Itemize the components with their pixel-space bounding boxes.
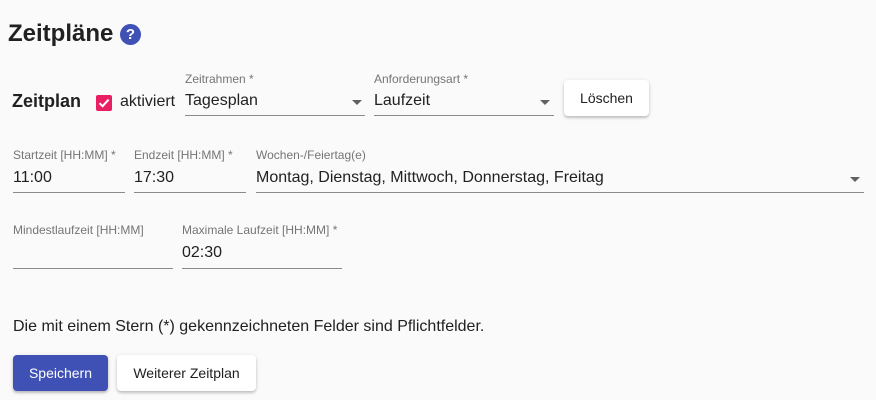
start-time-value: 11:00 [13,169,52,186]
checkmark-icon [98,98,110,108]
request-type-select-value: Laufzeit [374,92,431,109]
start-time-input[interactable]: 11:00 [13,167,125,193]
required-fields-note: Die mit einem Stern (*) gekennzeichneten… [13,318,485,335]
frame-select-value: Tagesplan [185,92,258,109]
max-runtime-underline [182,268,342,269]
max-runtime-value: 02:30 [182,244,223,261]
request-type-select-label: Anforderungsart * [374,72,469,86]
chevron-down-icon [540,100,550,105]
min-runtime-input[interactable] [13,242,173,269]
start-time-underline [13,192,125,193]
request-type-select[interactable]: Laufzeit [374,90,554,116]
end-time-underline [134,192,246,193]
weekdays-select[interactable]: Montag, Dienstag, Mittwoch, Donnerstag, … [256,167,864,193]
save-button[interactable]: Speichern [13,355,108,391]
enabled-checkbox[interactable] [96,95,112,111]
chevron-down-icon [850,177,860,182]
weekdays-select-label: Wochen-/Feiertag(e) [256,148,366,162]
request-type-select-underline [374,115,554,116]
help-circle-icon[interactable]: ? [120,24,141,45]
end-time-label: Endzeit [HH:MM] * [134,148,233,162]
weekdays-select-value: Montag, Dienstag, Mittwoch, Donnerstag, … [256,169,604,186]
frame-select-underline [185,115,365,116]
max-runtime-input[interactable]: 02:30 [182,242,342,269]
page-title: Zeitpläne [8,20,114,47]
frame-select-label: Zeitrahmen * [185,72,254,86]
start-time-label: Startzeit [HH:MM] * [13,148,116,162]
min-runtime-underline [13,268,173,269]
end-time-value: 17:30 [134,169,175,186]
delete-button[interactable]: Löschen [564,80,649,116]
weekdays-select-underline [256,192,864,193]
add-schedule-button[interactable]: Weiterer Zeitplan [117,355,256,391]
end-time-input[interactable]: 17:30 [134,167,246,193]
schedule-section-label: Zeitplan [12,91,82,111]
enabled-checkbox-label: aktiviert [120,93,176,110]
max-runtime-label: Maximale Laufzeit [HH:MM] * [182,223,338,237]
frame-select[interactable]: Tagesplan [185,90,365,116]
chevron-down-icon [352,100,362,105]
min-runtime-label: Mindestlaufzeit [HH:MM] [13,223,144,237]
